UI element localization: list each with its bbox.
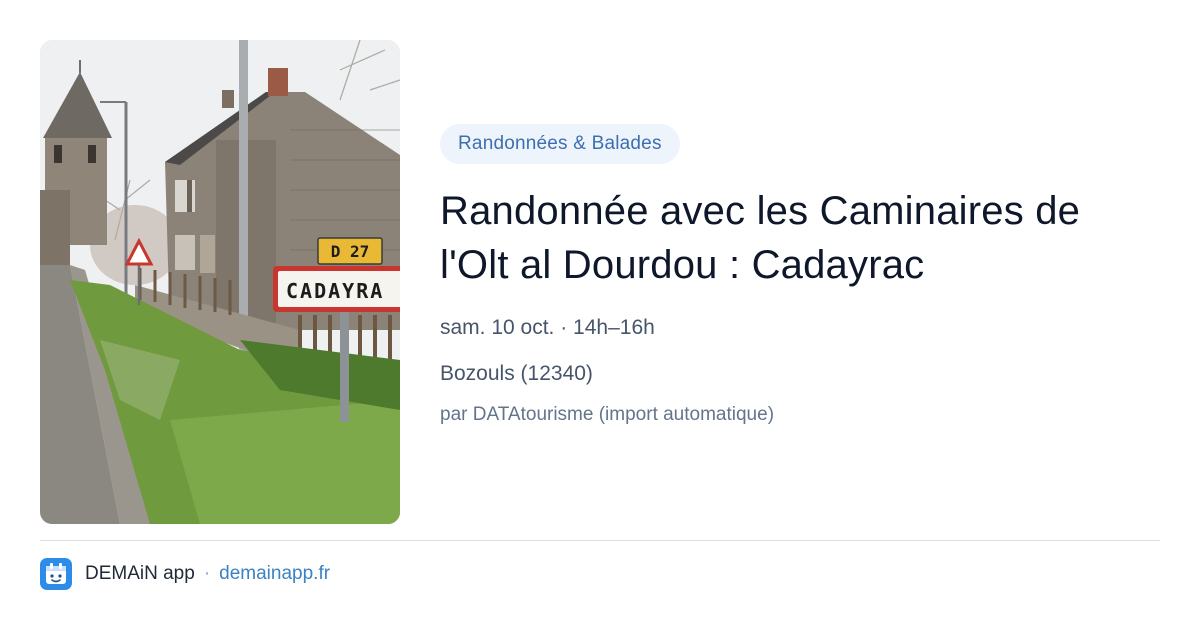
road-number-sign-text: D 27 <box>331 242 370 261</box>
town-sign-text: CADAYRA <box>286 279 384 303</box>
event-datetime: sam. 10 oct. · 14h–16h <box>440 316 655 339</box>
app-name: DEMAiN app <box>85 563 195 584</box>
category-badge[interactable]: Randonnées & Balades <box>440 124 680 164</box>
footer: DEMAiN app · demainapp.fr <box>40 557 330 591</box>
calendar-face-icon[interactable] <box>40 558 72 590</box>
event-photo: D 27 CADAYRA <box>40 40 400 524</box>
event-location: Bozouls (12340) <box>440 362 593 385</box>
domain-link[interactable]: demainapp.fr <box>219 563 330 585</box>
footer-divider <box>40 540 1160 541</box>
event-details: Randonnées & Balades Randonnée avec les … <box>440 124 1160 432</box>
event-source: par DATAtourisme (import automatique) <box>440 404 775 425</box>
event-title[interactable]: Randonnée avec les Caminaires de l'Olt a… <box>440 184 1160 292</box>
footer-separator: · <box>203 563 211 584</box>
